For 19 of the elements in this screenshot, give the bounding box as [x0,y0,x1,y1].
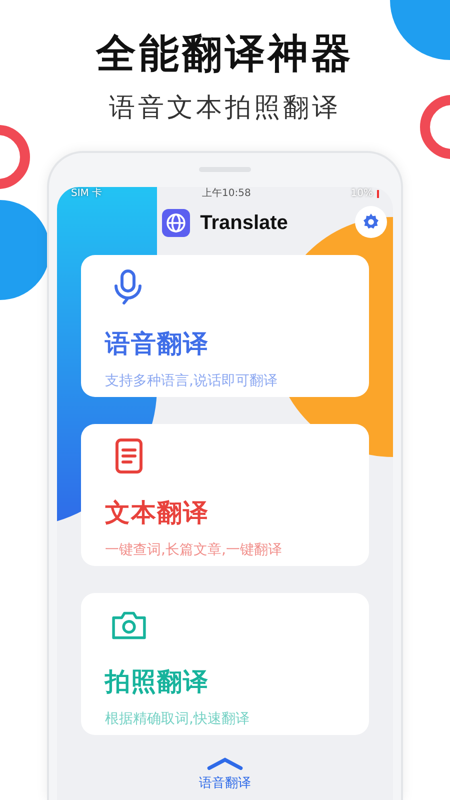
card-title: 语音翻译 [105,328,209,360]
card-description: 根据精确取词,快速翻译 [105,710,250,728]
feature-card[interactable]: 语音翻译 支持多种语言,说话即可翻译 [81,255,369,397]
chevron-up-icon [206,757,244,770]
globe-logo-icon [162,209,190,237]
app-title: Translate [200,212,288,234]
status-time: 上午10:58 [202,187,251,201]
battery-icon [376,190,379,198]
feature-card[interactable]: 拍照翻译 根据精确取词,快速翻译 [81,593,369,735]
subtitle: 语音文本拍照翻译 [109,92,341,125]
bottom-nav-tab[interactable]: 语音翻译 [199,757,251,792]
card-title: 文本翻译 [105,497,209,529]
carrier-text: SIM 卡 [71,187,102,201]
card-description: 一键查词,长篇文章,一键翻译 [105,541,282,559]
headline: 全能翻译神器 [96,30,354,79]
card-description: 支持多种语言,说话即可翻译 [105,372,278,390]
feature-card[interactable]: 文本翻译 一键查词,长篇文章,一键翻译 [81,424,369,566]
settings-button[interactable] [355,206,387,238]
card-title: 拍照翻译 [105,666,209,698]
